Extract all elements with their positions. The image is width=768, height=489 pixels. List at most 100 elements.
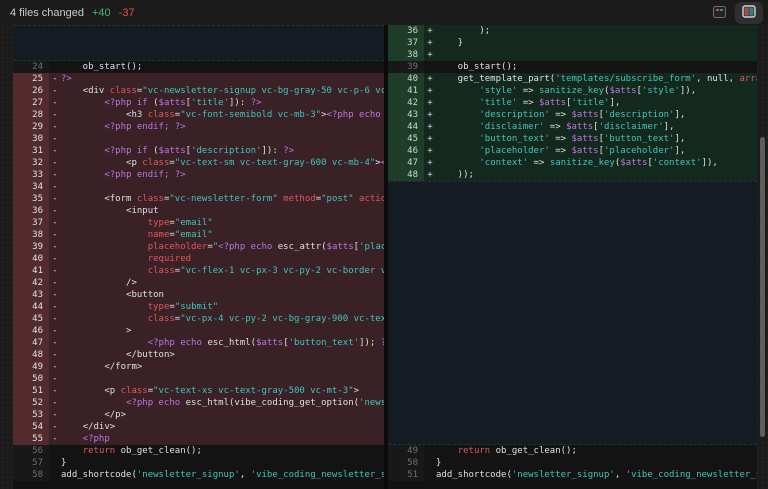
line-number: 55 (13, 433, 49, 445)
line-number: 37 (388, 37, 424, 49)
diff-sign: + (424, 25, 436, 37)
diff-header: 4 files changed +40 -37 (0, 0, 768, 26)
code-line: </p> (61, 409, 384, 421)
code-line: ob_start(); (61, 61, 384, 73)
diff-sign: - (49, 157, 61, 169)
diff-row: 57} (13, 457, 384, 469)
diff-sign: - (49, 145, 61, 157)
code-line: <?php (61, 433, 384, 445)
line-number: 53 (13, 409, 49, 421)
line-number: 28 (13, 109, 49, 121)
code-line: </div> (61, 421, 384, 433)
diff-sign (424, 457, 436, 469)
diff-row: 37- type="email" (13, 217, 384, 229)
diff-sign (49, 61, 61, 73)
code-line (61, 373, 384, 385)
split-view-button[interactable] (735, 2, 763, 24)
diff-pane-old: 24 ob_start();25-?>26- <div class="vc-ne… (13, 25, 384, 489)
diff-row: 47- <?php echo esc_html($atts['button_te… (13, 337, 384, 349)
diff-sign: - (49, 433, 61, 445)
diff-sign: + (424, 157, 436, 169)
code-line (61, 133, 384, 145)
diff-row: 55- <?php (13, 433, 384, 445)
line-number: 25 (13, 73, 49, 85)
line-number: 49 (388, 445, 424, 457)
diff-sign: + (424, 145, 436, 157)
deletions-count: -37 (119, 7, 135, 19)
diff-row: 49 return ob_get_clean(); (388, 445, 757, 457)
diff-row: 26- <div class="vc-newsletter-signup vc-… (13, 85, 384, 97)
diff-row: 34- (13, 181, 384, 193)
code-line: <form class="vc-newsletter-form" method=… (61, 193, 384, 205)
diff-row: 27- <?php if ($atts['title']): ?> (13, 97, 384, 109)
diff-sign: - (49, 289, 61, 301)
code-line: 'style' => sanitize_key($atts['style']), (436, 85, 757, 97)
diff-row: 44+ 'disclaimer' => $atts['disclaimer'], (388, 121, 757, 133)
code-line: return ob_get_clean(); (61, 445, 384, 457)
line-number: 47 (13, 337, 49, 349)
scrollbar-thumb[interactable] (760, 137, 765, 437)
line-number: 24 (13, 61, 49, 73)
diff-sign: - (49, 85, 61, 97)
code-line (436, 49, 757, 61)
diff-sign: + (424, 37, 436, 49)
code-line: <?php echo esc_html($atts['button_text']… (61, 337, 384, 349)
diff-row: 42+ 'title' => $atts['title'], (388, 97, 757, 109)
diff-sign (424, 61, 436, 73)
diff-sign: - (49, 385, 61, 397)
diff-sign: - (49, 397, 61, 409)
code-line: ?> (61, 73, 384, 85)
diff-sign: - (49, 217, 61, 229)
diff-row: 41+ 'style' => sanitize_key($atts['style… (388, 85, 757, 97)
diff-row: 25-?> (13, 73, 384, 85)
line-number: 30 (13, 133, 49, 145)
code-line: name="email" (61, 229, 384, 241)
diff-row: 54- </div> (13, 421, 384, 433)
diff-row: 43+ 'description' => $atts['description'… (388, 109, 757, 121)
line-number: 51 (388, 469, 424, 481)
diff-sign: - (49, 121, 61, 133)
diff-row: 35- <form class="vc-newsletter-form" met… (13, 193, 384, 205)
diff-sign (49, 469, 61, 481)
diff-row: 39- placeholder="<?php echo esc_attr($at… (13, 241, 384, 253)
diff-row: 42- /> (13, 277, 384, 289)
code-line: ob_start(); (436, 61, 757, 73)
diff-sign (49, 445, 61, 457)
line-number: 36 (13, 205, 49, 217)
diff-sign: + (424, 73, 436, 85)
code-line: type="submit" (61, 301, 384, 313)
diff-row: 45+ 'button_text' => $atts['button_text'… (388, 133, 757, 145)
line-number: 50 (388, 457, 424, 469)
line-number: 56 (13, 445, 49, 457)
split-diff-icon (742, 5, 756, 21)
unified-diff-icon (713, 6, 726, 21)
code-line: ); (436, 25, 757, 37)
diff-sign: + (424, 85, 436, 97)
line-number: 41 (13, 265, 49, 277)
code-line: } (436, 37, 757, 49)
line-number: 42 (388, 97, 424, 109)
code-line: } (61, 457, 384, 469)
line-number: 39 (388, 61, 424, 73)
diff-sign: - (49, 373, 61, 385)
files-changed-summary: 4 files changed (10, 7, 84, 19)
unified-view-button[interactable] (713, 6, 726, 21)
diff-sign (424, 469, 436, 481)
code-line: add_shortcode('newsletter_signup', 'vibe… (61, 469, 384, 481)
diff-row: 32- <p class="vc-text-sm vc-text-gray-60… (13, 157, 384, 169)
line-number: 46 (388, 145, 424, 157)
code-line: </form> (61, 361, 384, 373)
diff-row: 45- class="vc-px-4 vc-py-2 vc-bg-gray-90… (13, 313, 384, 325)
line-number: 47 (388, 157, 424, 169)
diff-row: 24 ob_start(); (13, 61, 384, 73)
diff-row: 46- > (13, 325, 384, 337)
diff-sign (49, 457, 61, 469)
diff-row: 28- <h3 class="vc-font-semibold vc-mb-3"… (13, 109, 384, 121)
line-number: 41 (388, 85, 424, 97)
diff-row: 33- <?php endif; ?> (13, 169, 384, 181)
diff-row: 56 return ob_get_clean(); (13, 445, 384, 457)
line-number: 32 (13, 157, 49, 169)
line-number: 44 (13, 301, 49, 313)
code-line: class="vc-flex-1 vc-px-3 vc-py-2 vc-bord… (61, 265, 384, 277)
line-number: 26 (13, 85, 49, 97)
